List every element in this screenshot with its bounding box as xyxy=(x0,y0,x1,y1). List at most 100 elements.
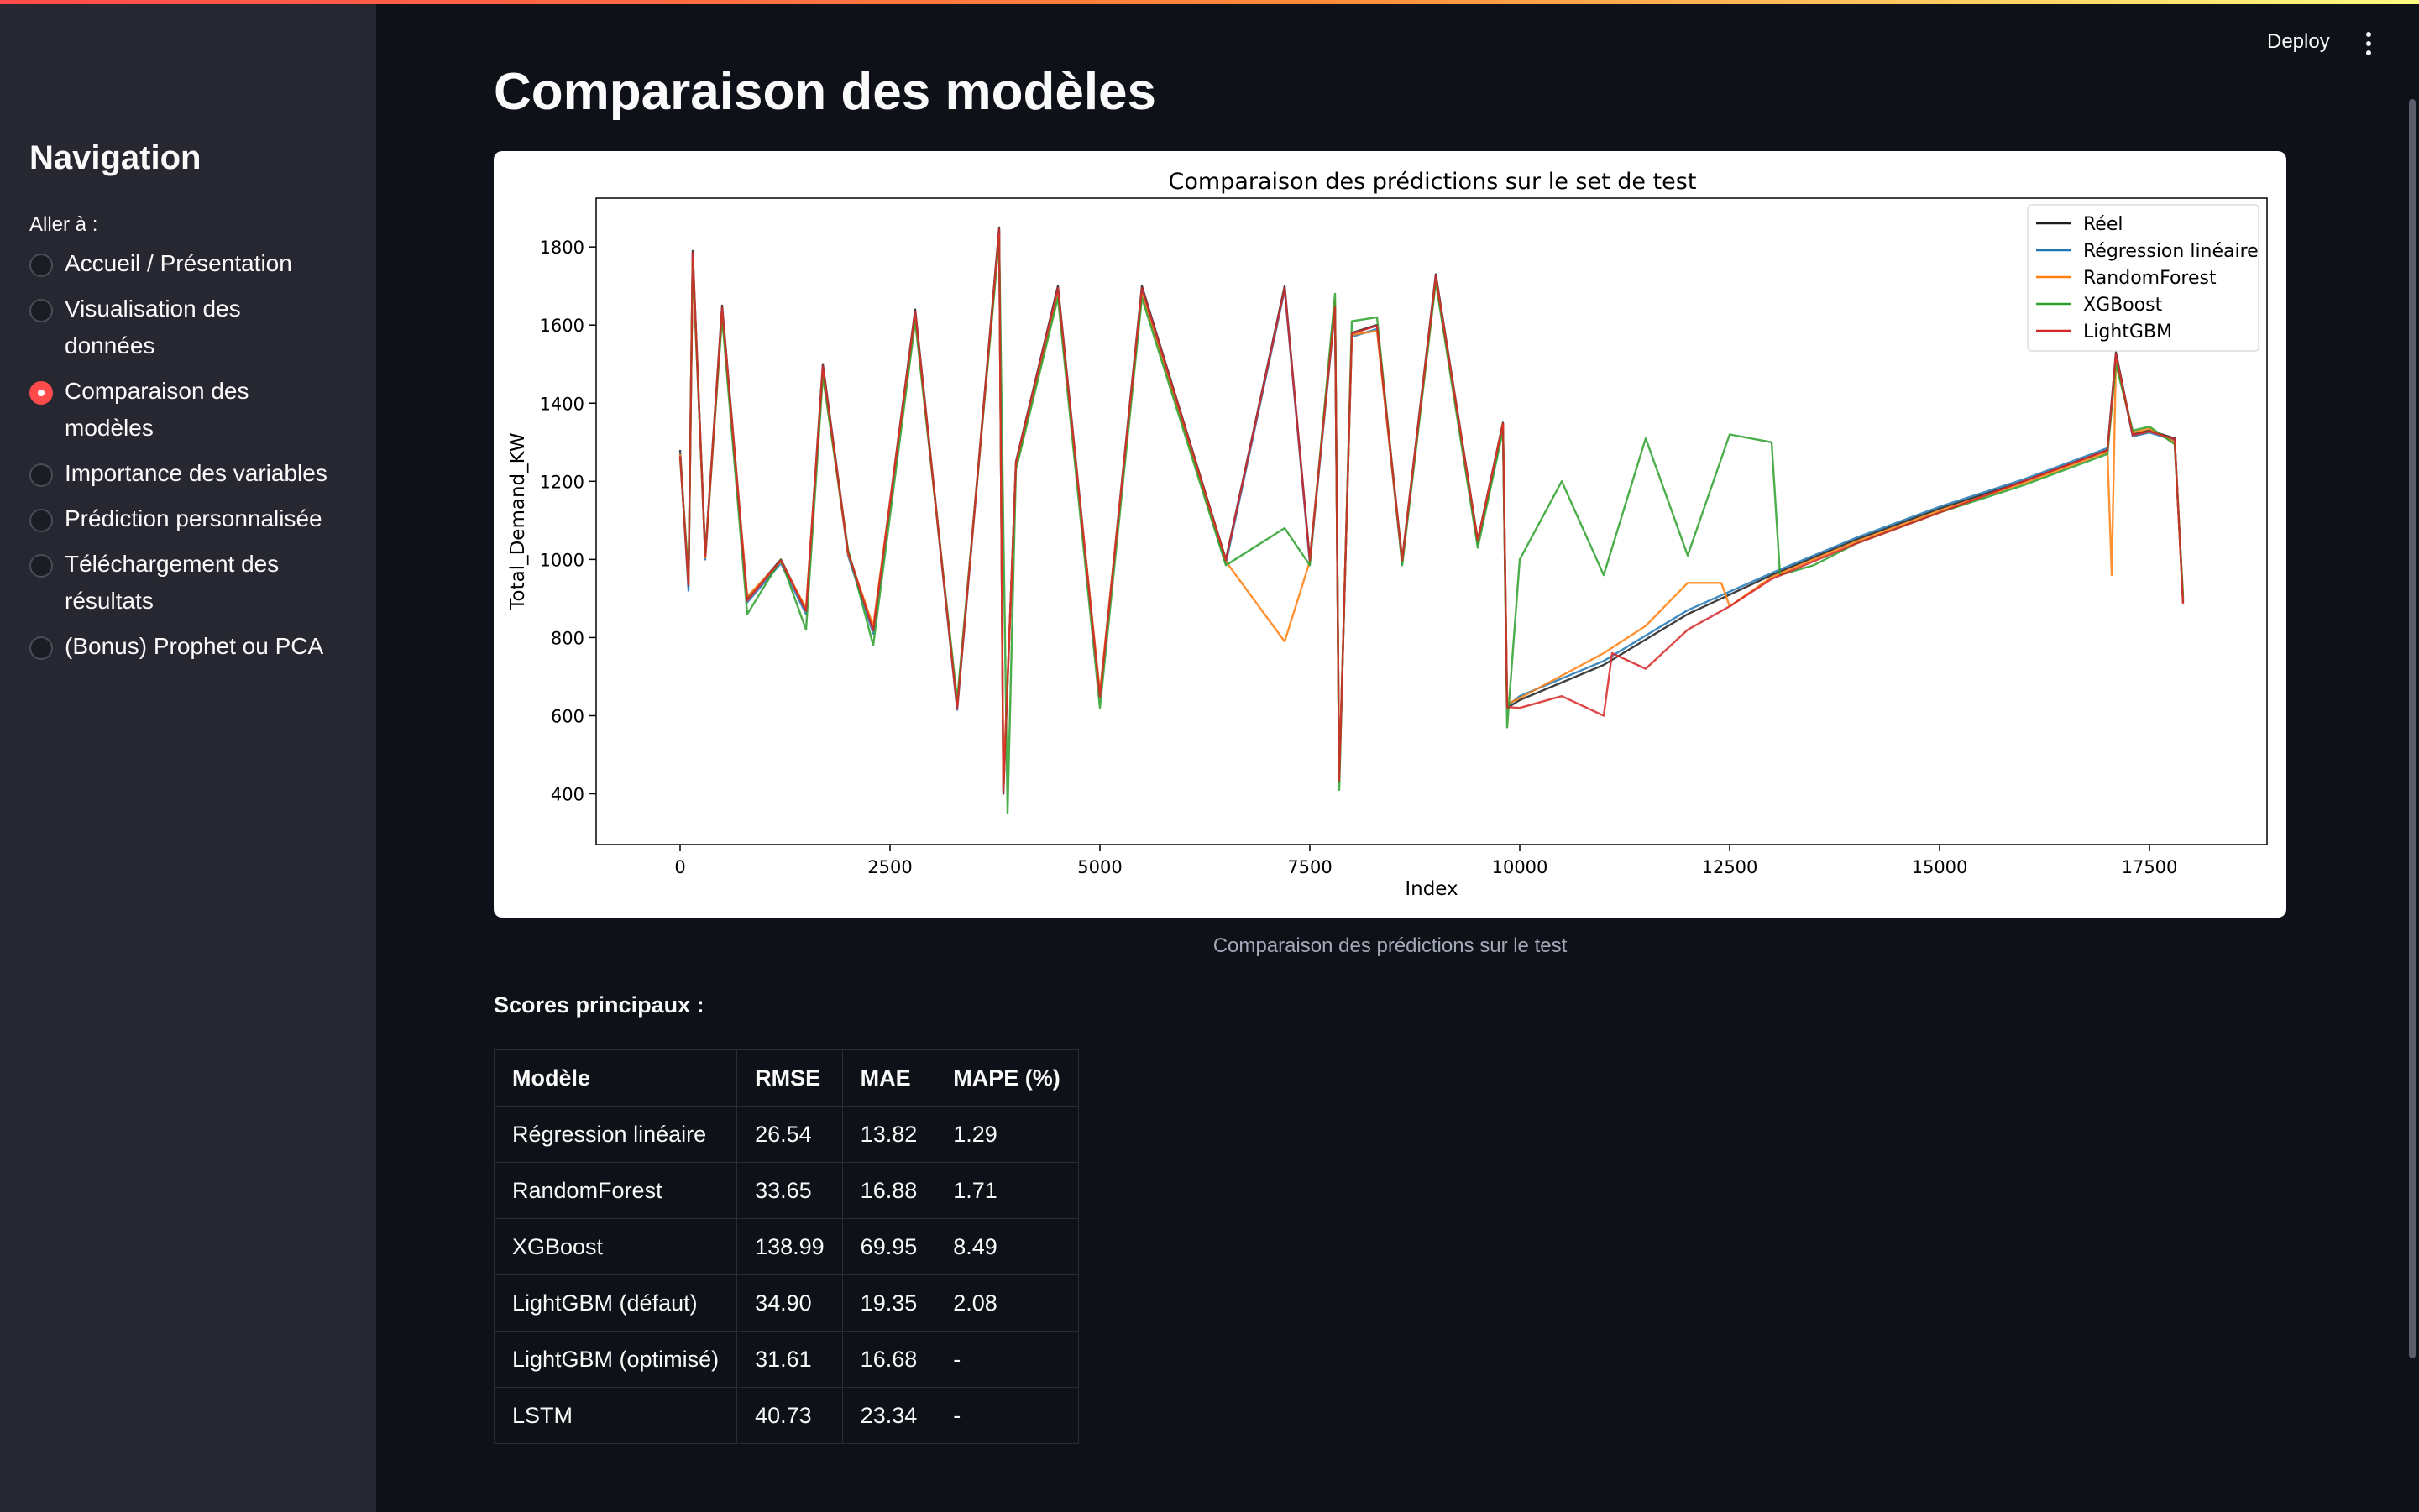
main-scrollbar[interactable] xyxy=(2409,99,2416,1358)
radio-button[interactable] xyxy=(29,463,53,487)
table-cell: 13.82 xyxy=(841,1106,936,1163)
page-title: Comparaison des modèles xyxy=(494,63,1157,121)
series-line xyxy=(678,238,2185,814)
radio-button[interactable] xyxy=(29,636,53,660)
nav-item-importance[interactable]: Importance des variables xyxy=(29,460,365,492)
x-tick-label: 0 xyxy=(674,857,685,877)
table-cell: 1.29 xyxy=(935,1106,1079,1163)
nav-item-label[interactable]: Accueil / Présentation xyxy=(65,245,333,282)
table-row: Régression linéaire 26.54 13.82 1.29 xyxy=(493,1106,1079,1163)
top-accent-bar xyxy=(0,0,2419,4)
table-cell: XGBoost xyxy=(493,1218,738,1275)
table-cell: LightGBM (optimisé) xyxy=(493,1331,738,1388)
table-row: RandomForest 33.65 16.88 1.71 xyxy=(493,1162,1079,1219)
y-tick-label: 800 xyxy=(551,628,584,648)
prediction-comparison-chart: Comparaison des prédictions sur le set d… xyxy=(507,169,2268,900)
kebab-dot xyxy=(2366,32,2371,37)
radio-button[interactable] xyxy=(29,509,53,532)
x-tick-label: 7500 xyxy=(1287,857,1332,877)
table-cell: 8.49 xyxy=(935,1218,1079,1275)
sidebar-title: Navigation xyxy=(29,139,202,176)
x-tick-label: 10000 xyxy=(1492,857,1548,877)
table-cell: 16.68 xyxy=(841,1331,936,1388)
x-tick-label: 5000 xyxy=(1077,857,1122,877)
nav-item-prediction[interactable]: Prédiction personnalisée xyxy=(29,505,365,537)
table-cell: 138.99 xyxy=(736,1218,843,1275)
table-cell: LSTM xyxy=(493,1387,738,1444)
table-cell: 31.61 xyxy=(736,1331,843,1388)
y-tick-label: 1400 xyxy=(540,394,584,414)
y-tick-label: 1200 xyxy=(540,472,584,492)
deploy-button[interactable]: Deploy xyxy=(2267,30,2330,54)
nav-item-label[interactable]: (Bonus) Prophet ou PCA xyxy=(65,628,333,665)
table-cell: 16.88 xyxy=(841,1162,936,1219)
table-cell: 69.95 xyxy=(841,1218,936,1275)
nav-item-accueil[interactable]: Accueil / Présentation xyxy=(29,250,365,282)
legend-label: RandomForest xyxy=(2083,268,2217,289)
x-tick-label: 17500 xyxy=(2122,857,2178,877)
y-tick-label: 1800 xyxy=(540,238,584,258)
table-cell: 19.35 xyxy=(841,1274,936,1332)
radio-button-selected[interactable] xyxy=(29,381,53,405)
nav-item-visualisation[interactable]: Visualisation des données xyxy=(29,296,365,364)
column-header: Modèle xyxy=(493,1049,738,1107)
column-header: RMSE xyxy=(736,1049,843,1107)
legend-label: Réel xyxy=(2083,214,2123,235)
scores-table: Modèle RMSE MAE MAPE (%) Régression liné… xyxy=(493,1049,1079,1444)
navigation-radio-group: Accueil / Présentation Visualisation des… xyxy=(29,250,365,678)
radio-button[interactable] xyxy=(29,299,53,322)
table-cell: LightGBM (défaut) xyxy=(493,1274,738,1332)
table-cell: 33.65 xyxy=(736,1162,843,1219)
kebab-dot xyxy=(2366,50,2371,55)
chart-caption: Comparaison des prédictions sur le test xyxy=(1212,934,1568,957)
y-tick-label: 1000 xyxy=(540,550,584,570)
nav-item-label[interactable]: Prédiction personnalisée xyxy=(65,500,333,537)
x-tick-label: 12500 xyxy=(1702,857,1758,877)
radio-group-label: Aller à : xyxy=(29,213,98,236)
table-cell: - xyxy=(935,1387,1079,1444)
plot-frame xyxy=(595,197,2268,845)
table-row: LightGBM (optimisé) 31.61 16.68 - xyxy=(493,1331,1079,1388)
table-cell: Régression linéaire xyxy=(493,1106,738,1163)
nav-item-telechargement[interactable]: Téléchargement des résultats xyxy=(29,551,365,620)
nav-item-label[interactable]: Comparaison des modèles xyxy=(65,373,333,447)
table-cell: 40.73 xyxy=(736,1387,843,1444)
nav-item-label[interactable]: Téléchargement des résultats xyxy=(65,546,333,620)
chart-legend: Réel Régression linéaire RandomForest XGBoo… xyxy=(2027,204,2259,352)
table-row: LightGBM (défaut) 34.90 19.35 2.08 xyxy=(493,1274,1079,1332)
sidebar: Navigation Aller à : Accueil / Présentat… xyxy=(0,0,376,1512)
legend-label: Régression linéaire xyxy=(2083,241,2259,262)
nav-item-bonus[interactable]: (Bonus) Prophet ou PCA xyxy=(29,633,365,665)
nav-item-label[interactable]: Visualisation des données xyxy=(65,290,333,364)
kebab-menu-icon[interactable] xyxy=(2366,32,2371,55)
x-tick-label: 2500 xyxy=(867,857,912,877)
scores-heading: Scores principaux : xyxy=(494,992,704,1018)
column-header: MAE xyxy=(841,1049,936,1107)
table-cell: RandomForest xyxy=(493,1162,738,1219)
kebab-dot xyxy=(2366,41,2371,46)
x-tick-label: 15000 xyxy=(1912,857,1968,877)
chart-title: Comparaison des prédictions sur le set d… xyxy=(1169,169,1697,195)
x-axis-label: Index xyxy=(1405,878,1458,900)
y-tick-label: 400 xyxy=(551,785,584,805)
table-row: XGBoost 138.99 69.95 8.49 xyxy=(493,1218,1079,1275)
column-header: MAPE (%) xyxy=(935,1049,1079,1107)
table-cell: 26.54 xyxy=(736,1106,843,1163)
table-cell: 23.34 xyxy=(841,1387,936,1444)
nav-item-comparaison[interactable]: Comparaison des modèles xyxy=(29,378,365,447)
table-header-row: Modèle RMSE MAE MAPE (%) xyxy=(493,1049,1079,1107)
legend-label: XGBoost xyxy=(2083,295,2163,316)
chart-card: Comparaison des prédictions sur le set d… xyxy=(494,151,2286,918)
table-cell: 1.71 xyxy=(935,1162,1079,1219)
table-cell: - xyxy=(935,1331,1079,1388)
radio-button[interactable] xyxy=(29,254,53,277)
radio-button[interactable] xyxy=(29,554,53,578)
legend-label: LightGBM xyxy=(2083,322,2172,343)
y-axis-label: Total_Demand_KW xyxy=(507,432,529,610)
y-tick-label: 1600 xyxy=(540,316,584,336)
table-row: LSTM 40.73 23.34 - xyxy=(493,1387,1079,1444)
nav-item-label[interactable]: Importance des variables xyxy=(65,455,333,492)
table-cell: 2.08 xyxy=(935,1274,1079,1332)
y-tick-label: 600 xyxy=(551,706,584,726)
series-line xyxy=(678,228,2185,793)
